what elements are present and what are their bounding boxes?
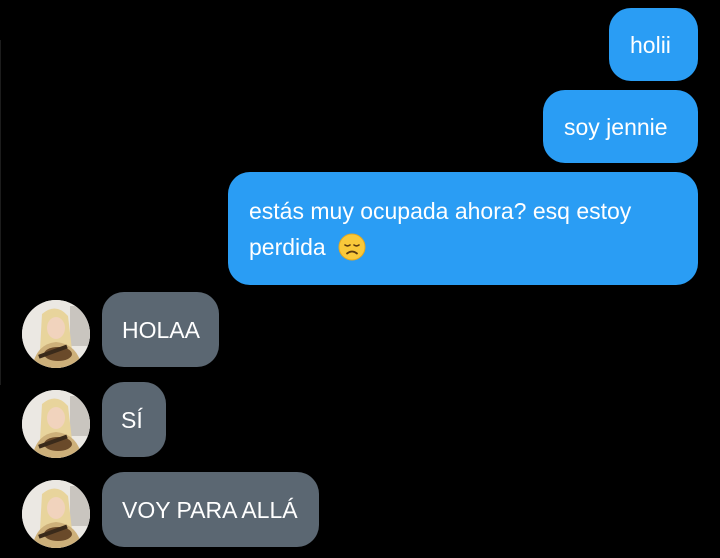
message-text: perdida [249, 233, 326, 260]
incoming-message-bubble[interactable]: SÍ [102, 382, 166, 457]
outgoing-message-bubble[interactable]: soy jennie [543, 90, 698, 163]
message-text-line: estás muy ocupada ahora? esq estoy [249, 197, 632, 224]
message-text: HOLAA [122, 316, 200, 343]
contact-avatar[interactable] [22, 480, 90, 548]
message-text-line-with-emoji: perdida [249, 229, 631, 265]
chat-thread: holii soy jennie estás muy ocupada ahora… [0, 0, 720, 558]
outgoing-message-bubble[interactable]: holii [609, 8, 698, 81]
message-text-block: estás muy ocupada ahora? esq estoy perdi… [249, 193, 631, 265]
message-text: VOY PARA ALLÁ [122, 496, 298, 523]
contact-avatar[interactable] [22, 390, 90, 458]
left-edge-divider [0, 40, 1, 385]
outgoing-message-bubble[interactable]: estás muy ocupada ahora? esq estoy perdi… [228, 172, 698, 285]
message-text: SÍ [121, 406, 143, 433]
message-text: soy jennie [564, 113, 668, 140]
contact-avatar[interactable] [22, 300, 90, 368]
message-text: holii [630, 31, 671, 58]
incoming-message-bubble[interactable]: VOY PARA ALLÁ [102, 472, 319, 547]
disappointed-face-icon [338, 233, 366, 261]
incoming-message-bubble[interactable]: HOLAA [102, 292, 219, 367]
